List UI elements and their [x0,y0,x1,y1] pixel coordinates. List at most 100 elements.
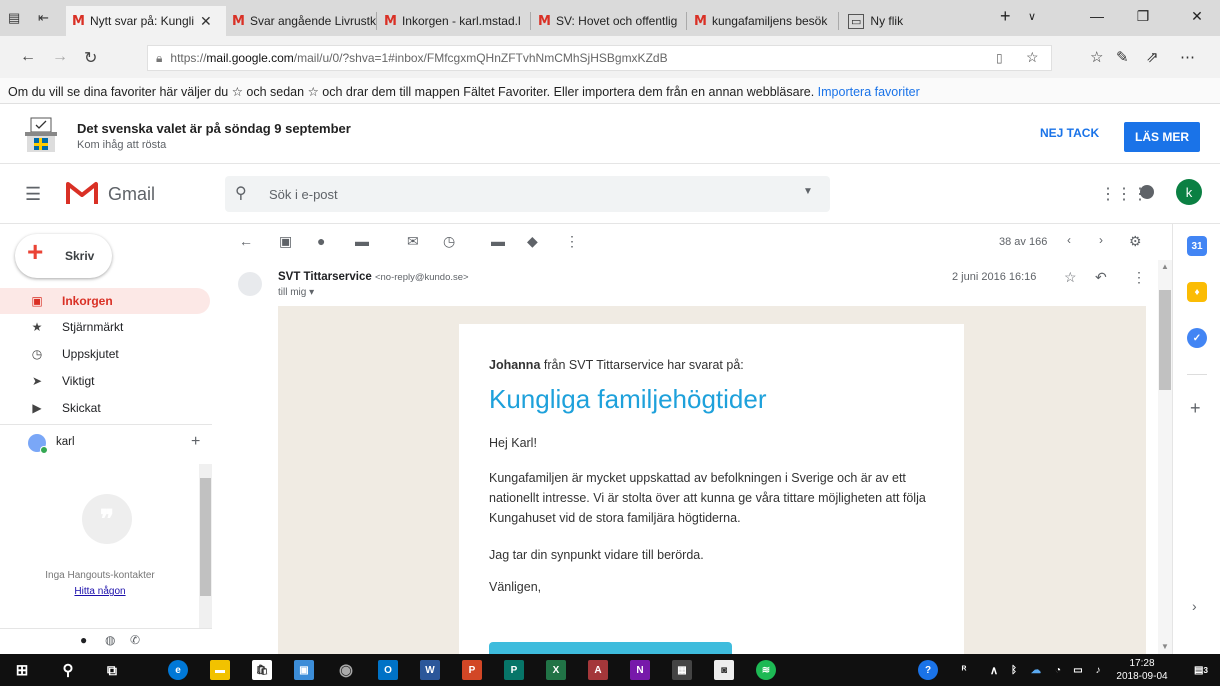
bluetooth-icon[interactable]: ᛒ [1004,660,1024,680]
tab-hovet[interactable]: M SV: Hovet och offentlig [532,6,686,36]
onedrive-icon[interactable]: ☁ [1026,660,1046,680]
compose-button[interactable]: + Skriv [15,234,112,278]
more-menu-icon[interactable]: ⋯ [1180,48,1195,66]
read-more-button[interactable]: LÄS MER [1124,122,1200,152]
sidebar-item-inbox[interactable]: ▣ Inkorgen [0,288,210,314]
tab-new[interactable]: ▭ Ny flik [842,6,982,36]
restore-icon[interactable]: ❐ [1120,8,1166,25]
tab-list-chevron-icon[interactable]: ∨ [1028,10,1036,23]
tab-gmail-active[interactable]: M Nytt svar på: Kungli ✕ [66,6,226,36]
tab-livrustkammaren[interactable]: M Svar angående Livrustk [226,6,376,36]
tab-kungafamiljen[interactable]: M kungafamiljens besök [688,6,838,36]
chat-bubble-icon[interactable]: ◍ [105,633,115,647]
forward-icon[interactable]: → [52,48,68,66]
scroll-up-icon[interactable]: ▲ [1161,262,1169,271]
reply-icon[interactable]: ↶ [1095,269,1107,286]
account-avatar[interactable]: k [1176,179,1202,205]
volume-icon[interactable]: ♪ [1088,660,1108,680]
archive-icon[interactable]: ▣ [279,233,292,250]
eclipse-icon[interactable]: ◉ [336,660,356,680]
set-aside-tabs-icon[interactable]: ⇤ [38,10,49,26]
tab-inkorgen[interactable]: M Inkorgen - karl.mstad.l [378,6,530,36]
back-to-inbox-icon[interactable]: ← [239,233,253,249]
file-explorer-icon[interactable]: ▬ [210,660,230,680]
store-icon[interactable]: 🛍︎ [252,660,272,680]
share-icon[interactable]: ⇗ [1146,48,1159,66]
mark-unread-icon[interactable]: ✉ [407,233,419,250]
edge-browser-icon[interactable]: e [168,660,188,680]
find-someone-link[interactable]: Hitta någon [0,586,200,597]
calendar-icon[interactable]: 31 [1187,236,1207,256]
reading-view-icon[interactable]: ▯ [996,51,1003,65]
excel-icon[interactable]: X [546,660,566,680]
newer-chevron-icon[interactable]: ‹ [1067,233,1071,247]
report-spam-icon[interactable]: ● [317,233,325,249]
older-chevron-icon[interactable]: › [1099,233,1103,247]
photos-app-icon[interactable]: ▣ [294,660,314,680]
search-input[interactable]: ⚲ Sök i e-post ▼ [225,176,830,212]
hangouts-user-row[interactable]: karl + [28,433,213,456]
battery-icon[interactable]: ▭ [1068,660,1088,680]
notes-pen-icon[interactable]: ✎ [1116,48,1129,66]
sidebar-item-snoozed[interactable]: ◷ Uppskjutet [0,341,210,367]
tasks-icon[interactable]: ✓ [1187,328,1207,348]
close-window-icon[interactable]: ✕ [1174,8,1220,25]
sidebar-item-important[interactable]: ➤ Viktigt [0,368,210,394]
contacts-person-icon[interactable]: ● [80,633,87,647]
new-conversation-plus-icon[interactable]: + [191,433,200,451]
back-icon[interactable]: ← [20,48,36,66]
recipient-line[interactable]: till mig ▾ [278,287,314,298]
search-icon[interactable]: ⚲ [58,660,78,680]
message-scroll-thumb[interactable] [1159,290,1171,390]
delete-icon[interactable]: ▬ [355,233,369,249]
help-icon[interactable]: ? [918,660,938,680]
sidebar-item-starred[interactable]: ★ Stjärnmärkt [0,314,210,340]
word-icon[interactable]: W [420,660,440,680]
spotify-icon[interactable]: ≋ [756,660,776,680]
email-title[interactable]: Kungliga familjehögtider [489,384,767,415]
action-center-icon[interactable]: ▤ 3 [1188,660,1214,680]
hidden-icons-chevron-icon[interactable]: ∧ [984,660,1004,680]
new-tab-plus-icon[interactable]: + [1000,6,1011,27]
refresh-icon[interactable]: ↻ [84,48,97,68]
search-options-dropdown-icon[interactable]: ▼ [803,186,813,197]
task-view-icon[interactable]: ⧉ [102,660,122,680]
details-dropdown-icon[interactable]: ▾ [309,287,314,298]
hangouts-user-name[interactable]: karl [56,436,75,448]
settings-gear-icon[interactable]: ⚙ [1129,233,1142,250]
hangouts-scroll-thumb[interactable] [200,478,211,596]
favorites-hub-icon[interactable]: ☆ [1090,48,1103,66]
close-tab-icon[interactable]: ✕ [200,13,212,30]
minimize-icon[interactable]: — [1074,8,1120,24]
onenote-icon[interactable]: N [630,660,650,680]
import-favorites-link[interactable]: Importera favoriter [818,85,920,99]
search-icon[interactable]: ⚲ [235,183,247,203]
tab-actions-icon[interactable]: ▤ [8,10,20,26]
decline-button[interactable]: NEJ TACK [1040,126,1099,140]
star-message-icon[interactable]: ☆ [1064,269,1077,286]
sidebar-item-sent[interactable]: ▶ Skickat [0,395,210,421]
camera-icon[interactable]: ◙ [714,660,734,680]
main-menu-icon[interactable]: ☰ [25,184,41,205]
publisher-icon[interactable]: P [504,660,524,680]
powerpoint-icon[interactable]: P [462,660,482,680]
phone-icon[interactable]: ✆ [130,633,140,647]
url-field[interactable]: 🔒︎ https:// mail.google.com /mail/u/0/?s… [147,45,1052,71]
expand-panel-chevron-icon[interactable]: › [1192,598,1197,614]
gmail-logo-icon[interactable] [66,180,98,206]
get-addons-plus-icon[interactable]: + [1190,398,1201,419]
message-more-icon[interactable]: ⋮ [1132,269,1146,286]
outlook-icon[interactable]: O [378,660,398,680]
keep-icon[interactable]: ♦ [1187,282,1207,302]
label-icon[interactable]: ◆ [527,233,538,250]
people-icon[interactable]: ᴿ [954,660,974,680]
system-clock[interactable]: 17:28 2018-09-04 [1112,657,1172,683]
more-actions-icon[interactable]: ⋮ [565,233,579,250]
snooze-icon[interactable]: ◷ [443,233,455,250]
add-favorite-star-icon[interactable]: ☆ [1026,49,1039,66]
wifi-icon[interactable]: ◔ [1048,660,1068,680]
move-to-icon[interactable]: ▬ [491,233,505,249]
message-scrollbar[interactable]: ▲ ▼ [1158,260,1172,654]
scroll-down-icon[interactable]: ▼ [1161,642,1169,651]
notifications-icon[interactable] [1140,185,1154,199]
